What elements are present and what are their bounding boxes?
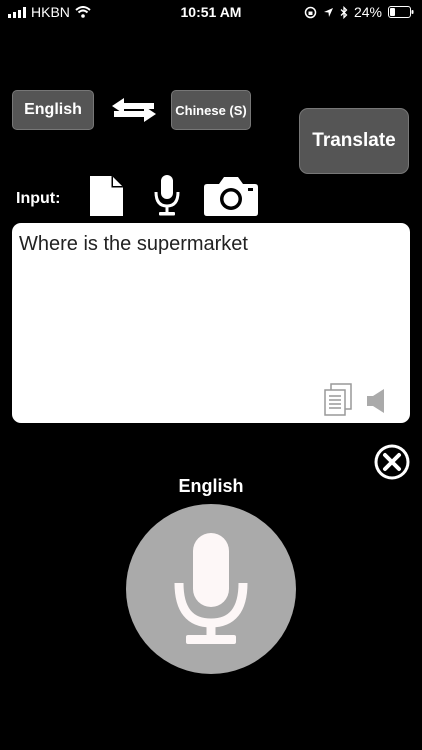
mic-language-label: English [178,476,244,496]
camera-icon[interactable] [203,175,259,217]
record-mic-button[interactable] [126,504,296,674]
bluetooth-icon [340,5,348,19]
input-label: Input: [16,190,61,207]
copy-icon[interactable] [323,383,353,417]
microphone-icon [174,533,248,644]
file-icon[interactable] [88,175,124,217]
speaker-icon[interactable] [366,388,388,414]
battery-icon [388,6,414,18]
target-language-button[interactable]: Chinese (S) [171,90,251,130]
input-text[interactable]: Where is the supermarket [19,233,248,256]
translation-input-panel[interactable]: Where is the supermarket [12,223,410,423]
status-bar: HKBN 10:51 AM 24% [0,0,422,24]
swap-arrows-icon[interactable] [110,96,158,124]
translate-button[interactable]: Translate [299,108,409,174]
source-language-button[interactable]: English [12,90,94,130]
lock-rotation-icon [304,6,317,18]
battery-percent: 24% [353,4,382,20]
location-icon [323,7,333,17]
microphone-icon[interactable] [152,174,182,218]
